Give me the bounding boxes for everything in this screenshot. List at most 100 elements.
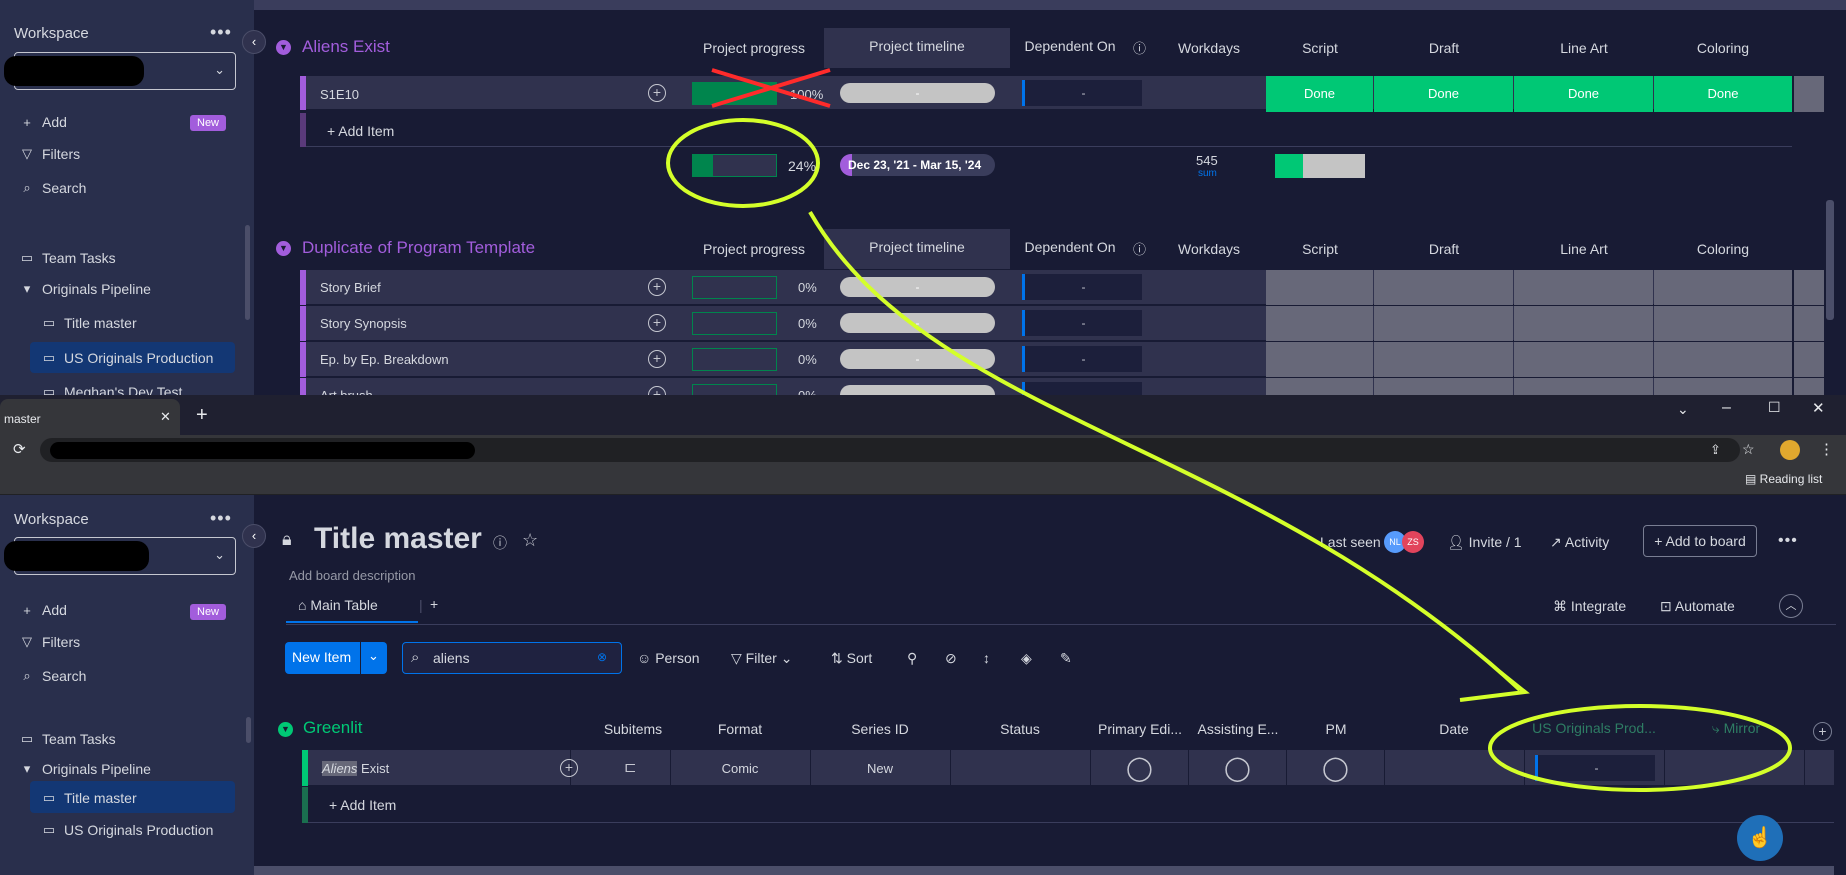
person-icon[interactable]: ◯ xyxy=(1224,754,1251,783)
sidebar-search[interactable]: ⌕ Search xyxy=(20,668,86,684)
status-cell-empty[interactable] xyxy=(1266,378,1373,395)
status-line-art[interactable]: Done xyxy=(1514,76,1653,112)
row-name[interactable]: S1E10 xyxy=(320,87,359,102)
summary-timeline[interactable]: Dec 23, '21 - Mar 15, '24 xyxy=(840,154,995,176)
group-collapse-icon[interactable]: ▼ xyxy=(276,40,291,55)
col-assisting-editor[interactable]: Assisting E... xyxy=(1190,721,1286,737)
sidebar-team-tasks[interactable]: ▭ Team Tasks xyxy=(20,250,116,266)
automate-button[interactable]: ⊡ Automate xyxy=(1660,598,1735,615)
maximize-icon[interactable]: ☐ xyxy=(1768,399,1781,416)
sidebar-us-originals[interactable]: ▭ US Originals Production xyxy=(42,350,214,366)
col-script[interactable]: Script xyxy=(1266,40,1374,56)
col-coloring[interactable]: Coloring xyxy=(1654,40,1792,56)
collapse-sidebar-button[interactable]: ‹ xyxy=(242,30,266,54)
dependency-cell[interactable]: - xyxy=(1022,80,1142,106)
info-icon[interactable]: ⓘ xyxy=(1133,38,1146,57)
sidebar-us-originals[interactable]: ▭ US Originals Production xyxy=(42,822,214,838)
group-title-aliens[interactable]: Aliens Exist xyxy=(302,37,390,57)
timeline-pill[interactable]: - xyxy=(840,349,995,369)
sidebar-add[interactable]: + Add xyxy=(20,602,67,618)
col-project-progress[interactable]: Project progress xyxy=(686,40,822,56)
sort-button[interactable]: ⇅ Sort xyxy=(831,650,872,667)
sidebar-scrollbar[interactable] xyxy=(246,717,251,743)
search-input[interactable]: ⌕ aliens ⊗ xyxy=(402,642,622,674)
timeline-pill[interactable]: - xyxy=(840,83,995,103)
browser-menu-icon[interactable]: ⋮ xyxy=(1819,440,1834,458)
col-us-originals-mirror-source[interactable]: US Originals Prod... xyxy=(1524,720,1664,736)
profile-avatar[interactable] xyxy=(1780,440,1800,460)
board-info-icon[interactable]: ⓘ xyxy=(493,533,507,553)
workspace-more-icon[interactable]: ••• xyxy=(210,508,232,529)
invite-button[interactable]: 👤︎ Invite / 1 xyxy=(1447,534,1522,551)
collapse-header-icon[interactable]: ︿ xyxy=(1779,594,1803,618)
status-cell-empty[interactable] xyxy=(1374,342,1513,377)
sidebar-filters[interactable]: ▽ Filters xyxy=(20,634,80,650)
tab-search-icon[interactable]: ⌄ xyxy=(1677,401,1689,418)
col-pm[interactable]: PM xyxy=(1288,721,1384,737)
add-item-button[interactable]: + Add Item xyxy=(329,797,396,813)
col-subitems[interactable]: Subitems xyxy=(585,721,681,737)
subitems-icon[interactable]: ⊏ xyxy=(624,758,637,776)
sidebar-folder-pipeline[interactable]: ▾ Originals Pipeline xyxy=(20,761,151,777)
col-workdays[interactable]: Workdays xyxy=(1152,40,1266,56)
sidebar-team-tasks[interactable]: ▭ Team Tasks xyxy=(20,731,116,747)
integrate-button[interactable]: ⌘ Integrate xyxy=(1553,598,1626,615)
mirror-cell[interactable]: - xyxy=(1535,755,1655,781)
sidebar-scrollbar[interactable] xyxy=(245,225,250,320)
add-to-board-button[interactable]: + Add to board xyxy=(1643,525,1757,557)
top-scrollbar[interactable] xyxy=(1826,200,1834,320)
sidebar-add[interactable]: + Add xyxy=(20,114,67,130)
board-title[interactable]: Title master xyxy=(314,522,482,556)
clear-search-icon[interactable]: ⊗ xyxy=(597,650,607,664)
info-icon[interactable]: ⓘ xyxy=(1133,239,1146,258)
board-description[interactable]: Add board description xyxy=(289,568,415,583)
status-cell-empty[interactable] xyxy=(1266,342,1373,377)
timeline-pill[interactable]: - xyxy=(840,313,995,333)
favorite-star-icon[interactable]: ☆ xyxy=(522,530,538,551)
status-cell-empty[interactable] xyxy=(1266,270,1373,305)
add-update-icon[interactable]: + xyxy=(648,350,666,368)
col-draft[interactable]: Draft xyxy=(1374,40,1514,56)
status-script[interactable]: Done xyxy=(1266,76,1373,112)
col-line-art[interactable]: Line Art xyxy=(1514,40,1654,56)
reload-icon[interactable]: ⟳ xyxy=(13,440,26,458)
sidebar-title-master[interactable]: ▭ Title master xyxy=(42,315,137,331)
col-draft-2[interactable]: Draft xyxy=(1374,241,1514,257)
workspace-more-icon[interactable]: ••• xyxy=(210,22,232,43)
col-primary-editor[interactable]: Primary Edi... xyxy=(1092,721,1188,737)
status-cell-empty[interactable] xyxy=(1654,378,1792,395)
group2-collapse-icon[interactable]: ▼ xyxy=(276,241,291,256)
row-height-icon[interactable]: ↕ xyxy=(983,650,990,666)
status-cell-empty[interactable] xyxy=(1374,270,1513,305)
row-name[interactable]: Story Synopsis xyxy=(320,316,407,331)
dependency-cell[interactable]: - xyxy=(1022,274,1142,300)
sidebar-filters[interactable]: ▽ Filters xyxy=(20,146,80,162)
col-script-2[interactable]: Script xyxy=(1266,241,1374,257)
status-cell-empty[interactable] xyxy=(1266,306,1373,341)
add-update-icon[interactable]: + xyxy=(648,278,666,296)
activity-button[interactable]: ↗ Activity xyxy=(1550,534,1609,551)
status-draft[interactable]: Done xyxy=(1374,76,1513,112)
sidebar-title-master[interactable]: ▭ Title master xyxy=(42,790,137,806)
status-coloring[interactable]: Done xyxy=(1654,76,1792,112)
share-icon[interactable]: ⇪ xyxy=(1710,442,1721,458)
series-id-cell[interactable]: New xyxy=(810,761,950,776)
new-tab-button[interactable]: + xyxy=(196,404,208,427)
status-cell-empty[interactable] xyxy=(1514,270,1653,305)
add-item-row[interactable] xyxy=(302,787,1834,823)
avatar[interactable]: ZS xyxy=(1402,531,1424,553)
tab-close-icon[interactable]: ✕ xyxy=(160,409,171,425)
person-icon[interactable]: ◯ xyxy=(1126,754,1153,783)
status-cell-empty[interactable] xyxy=(1654,270,1792,305)
help-bubble-icon[interactable]: ☝ xyxy=(1737,815,1783,861)
col-format[interactable]: Format xyxy=(670,721,810,737)
chevron-down-icon[interactable]: ⌄ xyxy=(368,648,379,664)
col-series-id[interactable]: Series ID xyxy=(810,721,950,737)
group-title-greenlit[interactable]: Greenlit xyxy=(303,718,363,738)
reading-list[interactable]: ▤ Reading list xyxy=(1745,472,1822,486)
hide-icon[interactable]: ⊘ xyxy=(945,650,957,667)
col-status[interactable]: Status xyxy=(950,721,1090,737)
add-view-button[interactable]: + xyxy=(430,596,438,612)
new-item-button[interactable]: New Item ⌄ xyxy=(285,642,387,674)
col-project-timeline[interactable]: Project timeline xyxy=(824,38,1010,54)
